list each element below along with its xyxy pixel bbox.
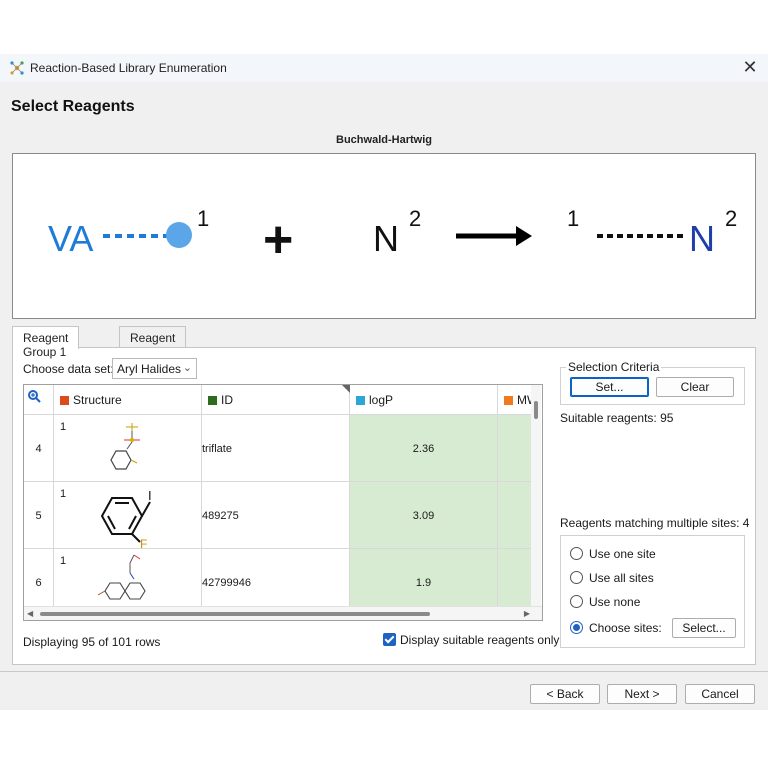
iodo-fluorobenzene-structure-icon: I F — [100, 488, 152, 548]
table-vertical-scrollbar[interactable] — [531, 385, 541, 607]
quinoline-structure-icon — [97, 554, 146, 600]
suitable-reagents-count: Suitable reagents: 95 — [560, 411, 674, 425]
sort-corner-icon — [342, 385, 350, 393]
set-criteria-button[interactable]: Set... — [570, 377, 649, 397]
page-title: Select Reagents — [11, 98, 135, 115]
id-cell[interactable]: 42799946 — [202, 549, 350, 609]
logp-color-swatch — [356, 396, 365, 405]
reagent-group-panel: Choose data set: Aryl Halides ⌄ Structur… — [12, 347, 756, 665]
display-suitable-checkbox[interactable]: Display suitable reagents only — [383, 633, 559, 647]
product-site1: 1 — [567, 206, 579, 231]
column-header-structure[interactable]: Structure — [54, 385, 202, 415]
mw-cell[interactable] — [498, 482, 532, 549]
logp-cell[interactable]: 3.09 — [350, 482, 498, 549]
selection-criteria-legend: Selection Criteria — [566, 360, 662, 374]
column-header-id[interactable]: ID — [202, 385, 350, 415]
radio-use-all-sites[interactable]: Use all sites — [570, 571, 654, 585]
structure-cell[interactable]: 1 — [54, 549, 202, 609]
row-number: 6 — [24, 549, 54, 609]
id-cell[interactable]: triflate — [202, 415, 350, 482]
product-site2: 2 — [725, 206, 737, 231]
window-title: Reaction-Based Library Enumeration — [30, 61, 227, 75]
structure-cell[interactable]: 1 — [54, 415, 202, 482]
close-icon[interactable]: ✕ — [738, 57, 762, 79]
dialog-window: Reaction-Based Library Enumeration ✕ Sel… — [0, 54, 768, 710]
display-suitable-label: Display suitable reagents only — [400, 633, 560, 647]
table-corner[interactable] — [24, 385, 54, 415]
dataset-label: Choose data set: — [23, 362, 114, 376]
triflate-structure-icon — [110, 423, 140, 470]
checkbox-checked-icon[interactable] — [383, 633, 396, 646]
attachment-point-icon — [166, 222, 192, 248]
reaction-diagram: VA 1 + N 2 1 N 2 — [48, 206, 737, 269]
mw-cell[interactable] — [498, 549, 532, 609]
product-label: N — [689, 218, 715, 259]
logp-cell[interactable]: 1.9 — [350, 549, 498, 609]
mw-color-swatch — [504, 396, 513, 405]
mw-cell[interactable] — [498, 415, 532, 482]
clear-criteria-button[interactable]: Clear — [656, 377, 734, 397]
column-header-logp[interactable]: logP — [350, 385, 498, 415]
logp-cell[interactable]: 2.36 — [350, 415, 498, 482]
row-number: 5 — [24, 482, 54, 549]
structure-cell[interactable]: 1 I F — [54, 482, 202, 549]
next-button[interactable]: Next > — [607, 684, 677, 704]
row-count-status: Displaying 95 of 101 rows — [23, 635, 161, 649]
title-bar: Reaction-Based Library Enumeration ✕ — [0, 54, 768, 82]
back-button[interactable]: < Back — [530, 684, 600, 704]
id-cell[interactable]: 489275 — [202, 482, 350, 549]
app-logo-icon — [10, 61, 24, 75]
fluorine-label: F — [140, 537, 147, 548]
zoom-icon[interactable] — [27, 389, 41, 403]
id-color-swatch — [208, 396, 217, 405]
iodine-label: I — [148, 488, 152, 503]
structure-index: 1 — [60, 488, 67, 500]
cancel-button[interactable]: Cancel — [685, 684, 755, 704]
scroll-right-icon[interactable]: ▶ — [524, 609, 530, 618]
vertical-scroll-thumb[interactable] — [534, 401, 538, 419]
reagent-table[interactable]: Structure ID logP MW 4 1 — [23, 384, 543, 621]
reactant1-site: 1 — [197, 206, 209, 231]
site-option-group: Use one site Use all sites Use none Choo… — [560, 535, 745, 648]
radio-use-none[interactable]: Use none — [570, 595, 640, 609]
structure-index: 1 — [60, 555, 67, 567]
reaction-arrow-icon — [456, 226, 532, 246]
reactant2-site: 2 — [409, 206, 421, 231]
reactant1-label: VA — [48, 218, 93, 259]
multiple-sites-label: Reagents matching multiple sites: 4 — [560, 516, 750, 530]
dataset-select-value: Aryl Halides — [117, 362, 182, 376]
dialog-footer: < Back Next > Cancel — [0, 672, 768, 710]
radio-choose-sites[interactable]: Choose sites: — [570, 621, 662, 635]
reaction-scheme: VA 1 + N 2 1 N 2 — [12, 153, 756, 319]
chevron-down-icon: ⌄ — [182, 362, 192, 374]
structure-index: 1 — [60, 421, 67, 433]
select-sites-button[interactable]: Select... — [672, 618, 736, 638]
column-header-mw[interactable]: MW — [498, 385, 532, 415]
reaction-name: Buchwald-Hartwig — [336, 134, 432, 146]
tab-reagent-group-2[interactable]: Reagent Group 2 — [119, 326, 187, 359]
structure-color-swatch — [60, 396, 69, 405]
scroll-left-icon[interactable]: ◀ — [27, 609, 33, 618]
radio-use-one-site[interactable]: Use one site — [570, 547, 656, 561]
tab-reagent-group-1[interactable]: Reagent Group 1 — [12, 326, 80, 359]
reactant2-label: N — [373, 218, 399, 259]
plus-sign: + — [263, 211, 293, 269]
horizontal-scroll-thumb[interactable] — [40, 612, 430, 616]
table-horizontal-scrollbar[interactable]: ◀ ▶ — [24, 606, 542, 620]
dataset-select[interactable]: Aryl Halides ⌄ — [112, 358, 197, 379]
row-number: 4 — [24, 415, 54, 482]
